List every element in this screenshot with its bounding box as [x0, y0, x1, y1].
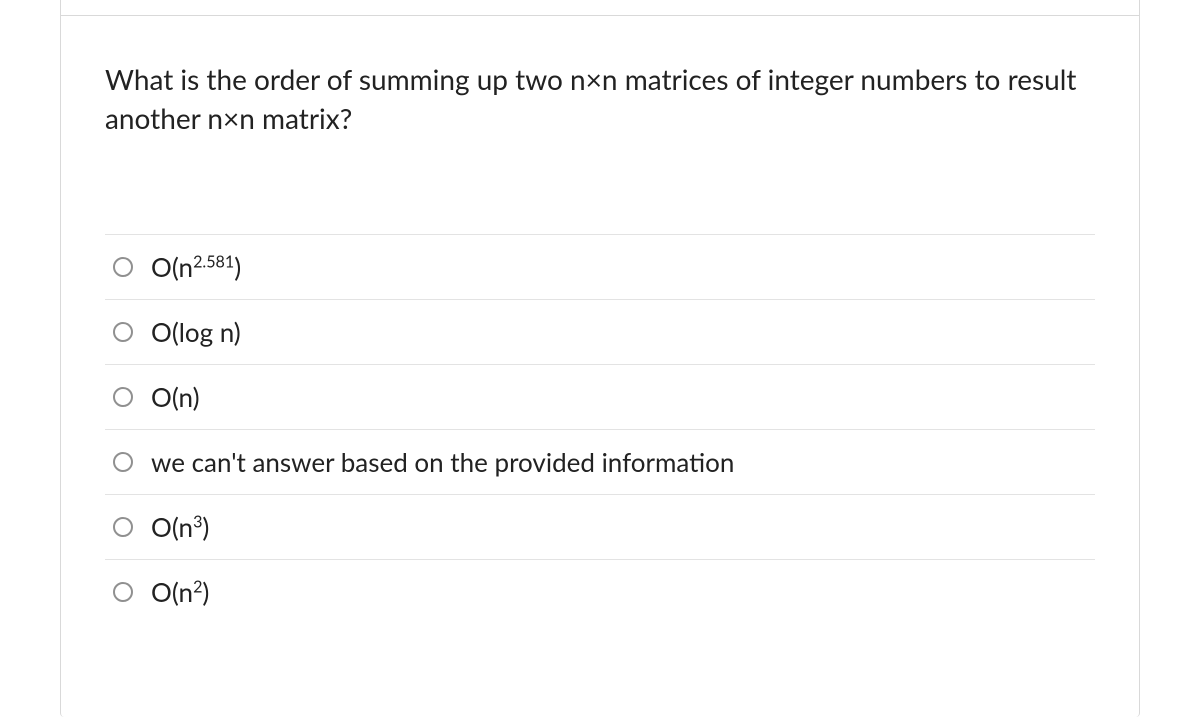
radio-icon[interactable] [113, 452, 133, 472]
option-label: we can't answer based on the provided in… [151, 446, 734, 478]
page: What is the order of summing up two n×n … [0, 0, 1200, 717]
option-row[interactable]: we can't answer based on the provided in… [105, 430, 1095, 495]
option-label: O(n2) [151, 576, 209, 608]
option-text-pre: O(n) [151, 381, 200, 413]
option-label: O(log n) [151, 316, 241, 348]
option-row[interactable]: O(n2.581) [105, 235, 1095, 300]
option-text-post: ) [202, 576, 209, 608]
option-text-sup: 3 [193, 513, 202, 532]
option-text-pre: we can't answer based on the provided in… [151, 446, 734, 478]
options-list: O(n2.581) O(log n) O(n) we can't answer … [105, 234, 1095, 624]
radio-icon[interactable] [113, 387, 133, 407]
option-row[interactable]: O(n3) [105, 495, 1095, 560]
radio-icon[interactable] [113, 582, 133, 602]
option-text-sup: 2 [193, 578, 202, 597]
option-text-pre: O(log n) [151, 316, 241, 348]
option-row[interactable]: O(log n) [105, 300, 1095, 365]
header-divider [61, 0, 1139, 16]
option-label: O(n3) [151, 511, 209, 543]
option-text-post: ) [202, 511, 209, 543]
radio-icon[interactable] [113, 517, 133, 537]
radio-icon[interactable] [113, 257, 133, 277]
option-row[interactable]: O(n) [105, 365, 1095, 430]
question-content: What is the order of summing up two n×n … [61, 16, 1139, 648]
option-label: O(n2.581) [151, 251, 241, 283]
option-text-sup: 2.581 [193, 253, 234, 272]
question-card: What is the order of summing up two n×n … [60, 0, 1140, 717]
option-text-post: ) [234, 251, 241, 283]
radio-icon[interactable] [113, 322, 133, 342]
question-text: What is the order of summing up two n×n … [105, 60, 1095, 138]
option-text-pre: O(n [151, 511, 193, 543]
option-text-pre: O(n [151, 251, 193, 283]
option-text-pre: O(n [151, 576, 193, 608]
option-row[interactable]: O(n2) [105, 560, 1095, 624]
option-label: O(n) [151, 381, 200, 413]
